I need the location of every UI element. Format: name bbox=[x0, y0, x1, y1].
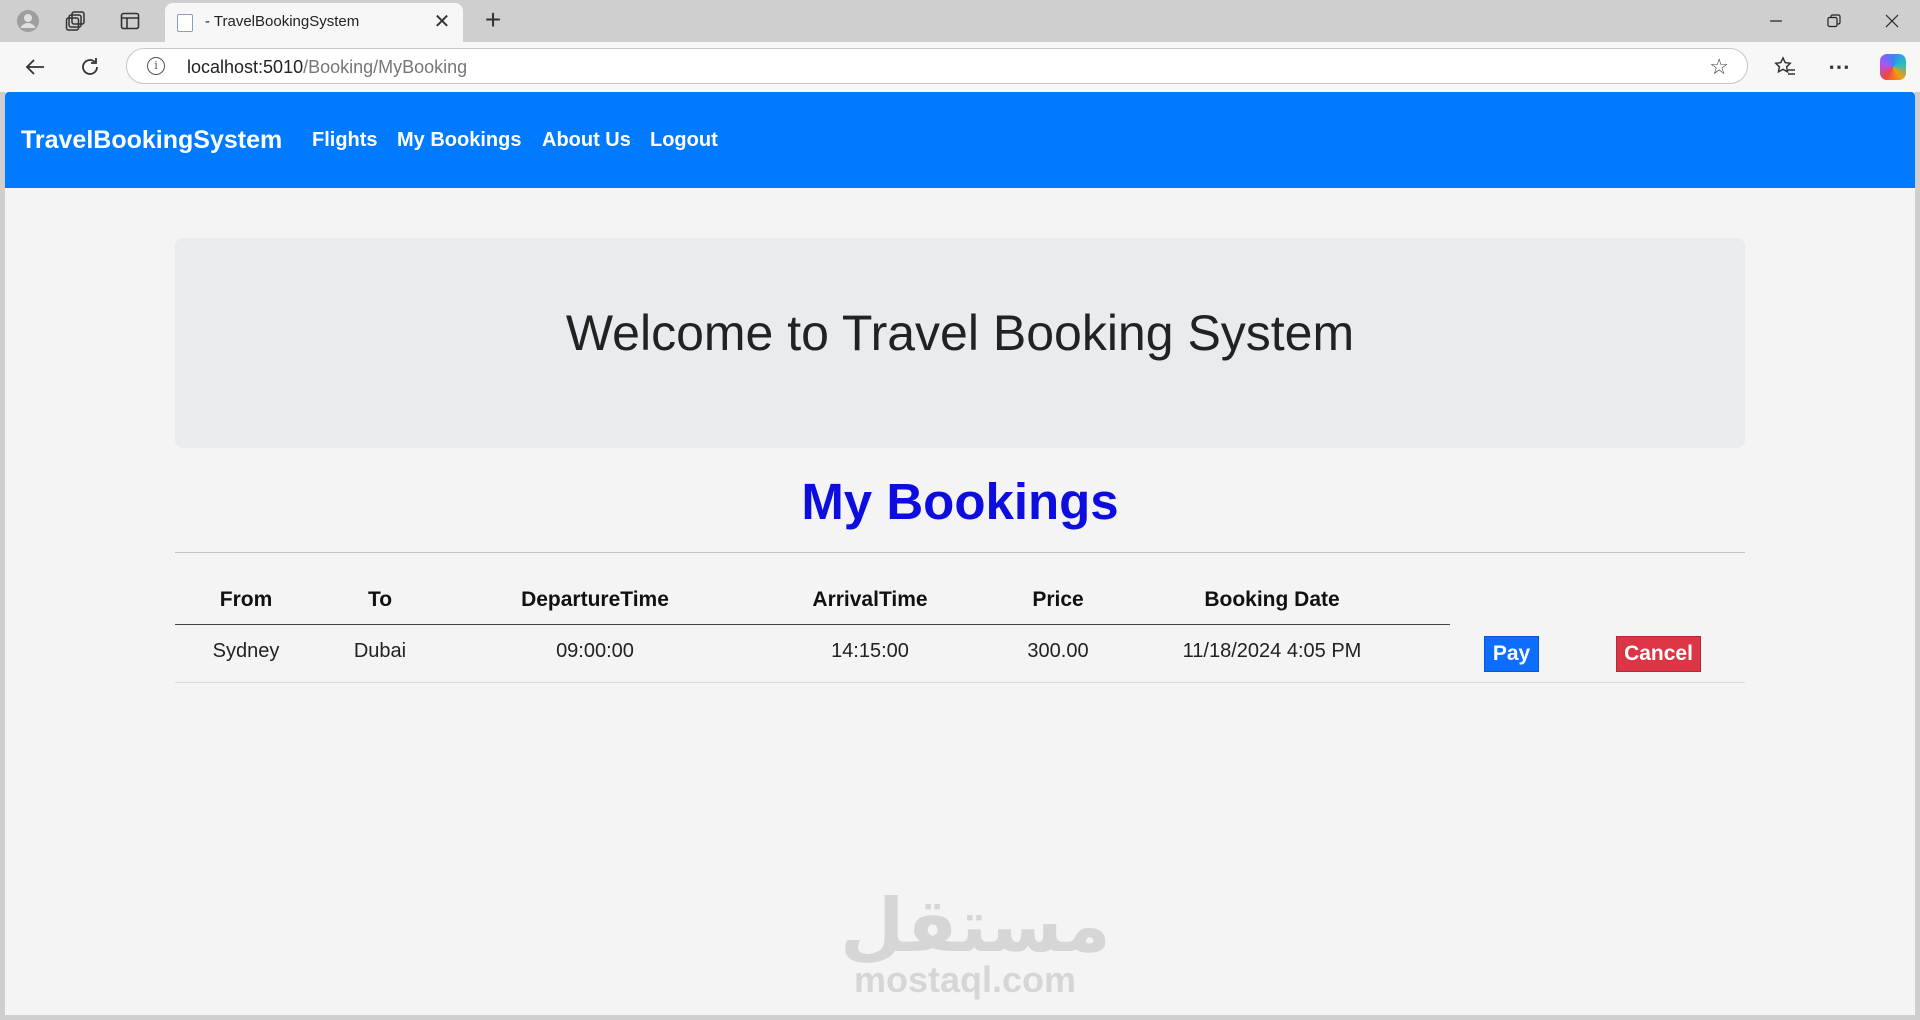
welcome-banner: Welcome to Travel Booking System bbox=[175, 238, 1745, 448]
reload-icon[interactable] bbox=[77, 54, 103, 80]
column-header-arrival-time: ArrivalTime bbox=[812, 588, 928, 611]
pay-button[interactable]: Pay bbox=[1484, 636, 1539, 672]
favorite-star-icon[interactable]: ☆ bbox=[1709, 54, 1729, 80]
column-header-price: Price bbox=[1032, 588, 1084, 611]
page-title: My Bookings bbox=[801, 473, 1119, 530]
column-header-from: From bbox=[219, 588, 273, 611]
column-header-to: To bbox=[367, 588, 393, 611]
nav-link-flights[interactable]: Flights bbox=[312, 129, 378, 152]
minimize-icon[interactable] bbox=[1752, 6, 1800, 36]
more-options-icon[interactable]: ⋯ bbox=[1826, 54, 1852, 80]
divider bbox=[175, 552, 1745, 553]
cell-booking-date: 11/18/2024 4:05 PM bbox=[1182, 640, 1362, 662]
watermark-latin: mostaql.com bbox=[853, 959, 1077, 1000]
cancel-button[interactable]: Cancel bbox=[1616, 636, 1701, 672]
nav-link-my-bookings[interactable]: My Bookings bbox=[397, 129, 521, 152]
workspaces-icon[interactable] bbox=[64, 9, 88, 33]
cell-from: Sydney bbox=[212, 640, 280, 662]
welcome-title: Welcome to Travel Booking System bbox=[565, 305, 1355, 361]
cell-price: 300.00 bbox=[1027, 640, 1089, 662]
vertical-tabs-icon[interactable] bbox=[118, 9, 142, 33]
site-brand[interactable]: TravelBookingSystem bbox=[21, 126, 282, 155]
url-text[interactable]: localhost:5010/Booking/MyBooking bbox=[187, 57, 467, 78]
site-info-icon[interactable]: i bbox=[147, 57, 165, 75]
close-window-icon[interactable] bbox=[1868, 6, 1916, 36]
table-header-border bbox=[175, 624, 1450, 625]
back-icon[interactable] bbox=[22, 54, 48, 80]
cell-to: Dubai bbox=[353, 640, 407, 662]
restore-icon[interactable] bbox=[1810, 6, 1858, 36]
column-header-booking-date: Booking Date bbox=[1204, 588, 1340, 611]
watermark: مستقل mostaql.com bbox=[840, 883, 1111, 1001]
url-host: localhost:5010 bbox=[187, 57, 304, 77]
favorites-icon[interactable] bbox=[1772, 54, 1798, 80]
browser-toolbar: i localhost:5010/Booking/MyBooking ☆ ⋯ bbox=[0, 42, 1920, 92]
table-row-border bbox=[175, 682, 1745, 683]
cell-departure-time: 09:00:00 bbox=[556, 640, 634, 662]
page-viewport: TravelBookingSystem Flights My Bookings … bbox=[5, 92, 1915, 1015]
cell-arrival-time: 14:15:00 bbox=[831, 640, 909, 662]
address-bar[interactable]: i localhost:5010/Booking/MyBooking ☆ bbox=[126, 48, 1748, 84]
page-favicon-icon bbox=[177, 14, 193, 32]
watermark-arabic: مستقل bbox=[840, 883, 1111, 969]
nav-link-logout[interactable]: Logout bbox=[650, 129, 718, 152]
copilot-icon[interactable] bbox=[1880, 54, 1906, 80]
nav-link-about-us[interactable]: About Us bbox=[542, 129, 631, 152]
site-navbar: TravelBookingSystem Flights My Bookings … bbox=[5, 92, 1915, 188]
new-tab-icon[interactable]: + bbox=[478, 5, 508, 35]
browser-tab-strip: - TravelBookingSystem ✕ + bbox=[0, 0, 1920, 42]
url-path: /Booking/MyBooking bbox=[303, 57, 468, 77]
tab-close-icon[interactable]: ✕ bbox=[429, 8, 455, 34]
column-header-departure-time: DepartureTime bbox=[521, 588, 669, 611]
profile-icon[interactable] bbox=[16, 9, 40, 33]
active-tab[interactable]: - TravelBookingSystem ✕ bbox=[165, 3, 463, 42]
tab-title: - TravelBookingSystem bbox=[205, 13, 360, 30]
